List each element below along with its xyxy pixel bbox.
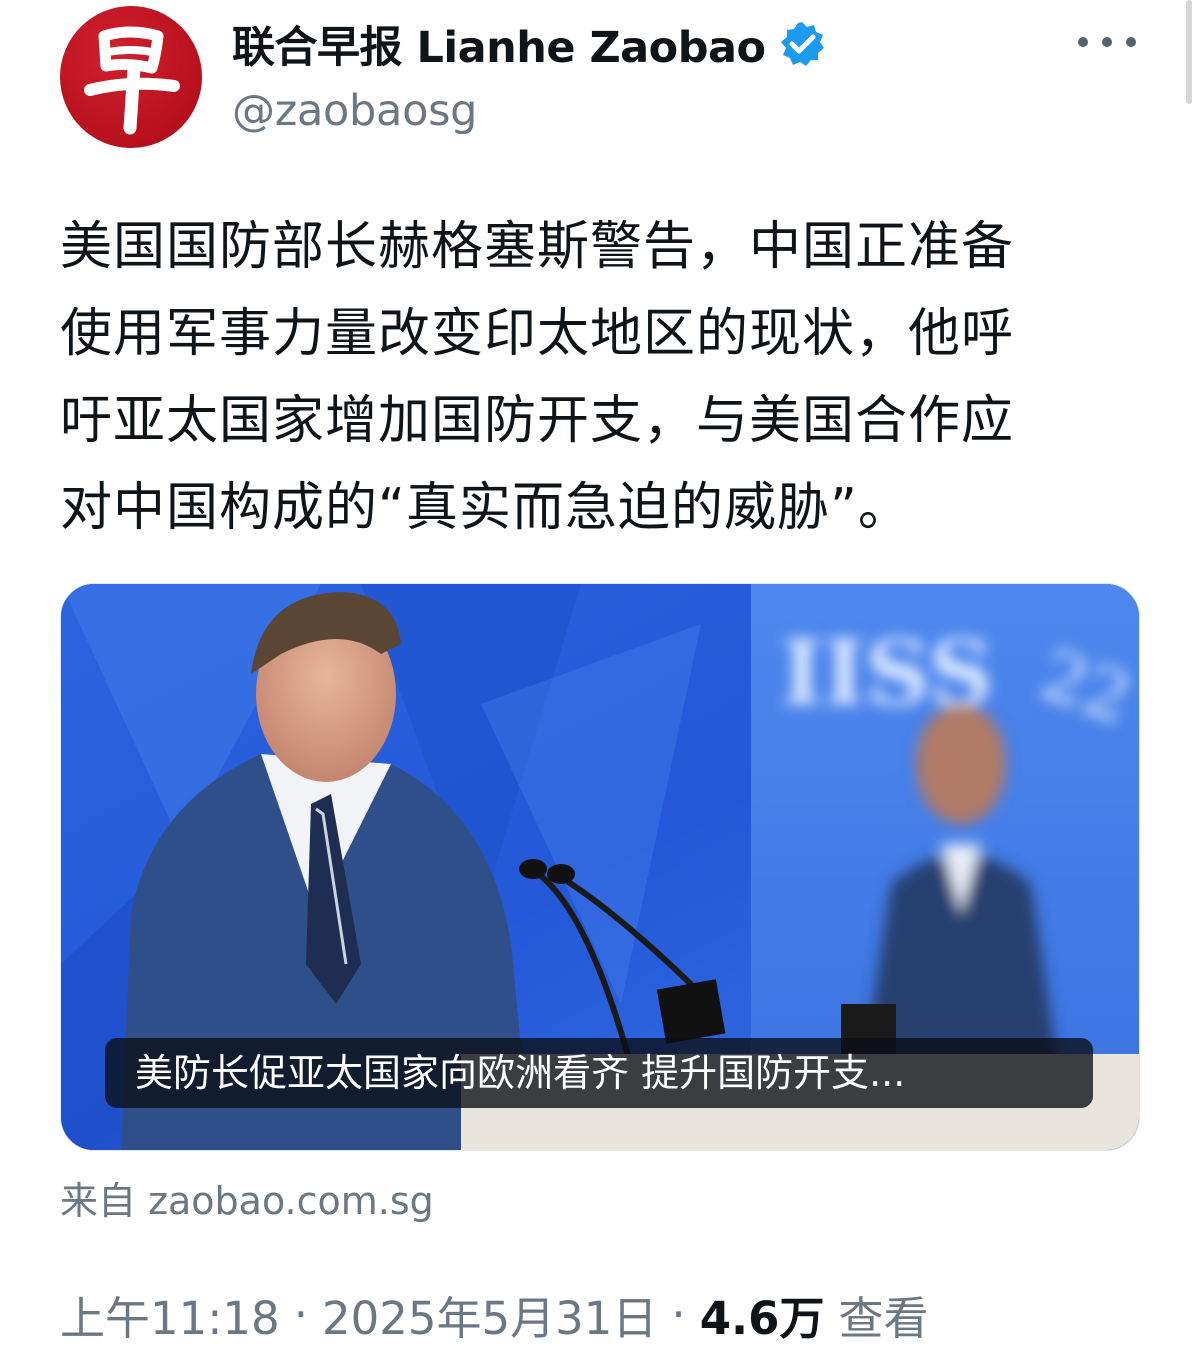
display-name-row[interactable]: 联合早报 Lianhe Zaobao [232,14,826,74]
meta-separator: · [293,1287,308,1341]
scrollbar[interactable] [1186,0,1192,104]
tweet-text-line: 美国国防部长赫格塞斯警告，中国正准备 [60,217,1015,277]
tweet-meta: 上午11:18 · 2025年5月31日 · 4.6万 查看 [60,1282,928,1347]
more-horizontal-icon[interactable] [1078,28,1136,56]
zaobao-logo-icon [84,26,180,135]
card-source-link[interactable]: 来自 zaobao.com.sg [60,1170,434,1225]
views-label[interactable]: 查看 [838,1282,928,1347]
meta-separator: · [671,1287,686,1341]
link-card[interactable]: IISS 22 美防长促亚太国家向欧洲看齐 提升国防开支... [60,583,1140,1151]
tweet-time[interactable]: 上午11:18 [60,1282,280,1347]
card-caption: 美防长促亚太国家向欧洲看齐 提升国防开支... [105,1038,1093,1108]
tweet-text-line: 吁亚太国家增加国防开支，与美国合作应 [60,391,1015,451]
display-name[interactable]: 联合早报 Lianhe Zaobao [232,13,766,75]
tweet-text: 美国国防部长赫格塞斯警告，中国正准备 使用军事力量改变印太地区的现状，他呼 吁亚… [60,204,1150,552]
verified-badge-icon[interactable] [778,20,826,68]
views-count[interactable]: 4.6万 [700,1282,825,1347]
tweet-text-line: 使用军事力量改变印太地区的现状，他呼 [60,304,1015,364]
account-handle[interactable]: @zaobaosg [232,86,477,136]
avatar[interactable] [60,6,202,148]
tweet-text-line: 对中国构成的“真实而急迫的威胁”。 [60,478,911,538]
tweet-date[interactable]: 2025年5月31日 [322,1282,657,1347]
